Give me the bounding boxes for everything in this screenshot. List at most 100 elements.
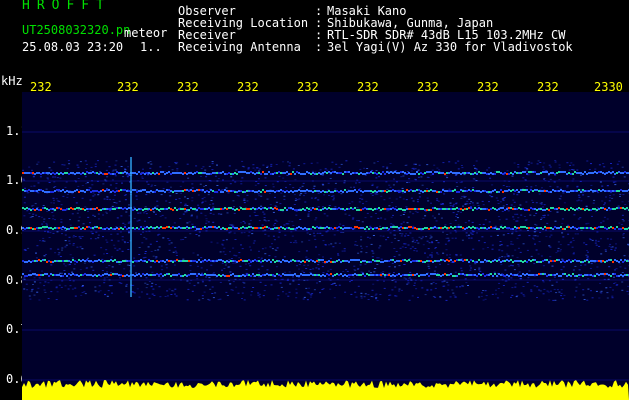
signal-band-pixel: [388, 208, 390, 210]
signal-band-pixel: [118, 172, 120, 174]
noise-speckle-dot: [99, 290, 102, 292]
noise-speckle-dot: [610, 238, 613, 240]
noise-speckle-dot: [43, 285, 46, 287]
signal-band-pixel: [444, 208, 446, 210]
noise-speckle-dot: [221, 269, 223, 271]
noise-speckle-dot: [497, 203, 500, 204]
noise-speckle-dot: [555, 292, 558, 294]
signal-band-pixel: [388, 228, 390, 230]
noise-speckle-dot: [135, 262, 138, 263]
signal-band-pixel: [214, 260, 216, 262]
signal-band-pixel: [504, 190, 506, 192]
signal-band-pixel: [466, 227, 468, 229]
signal-band-pixel: [520, 275, 522, 277]
signal-band-pixel: [600, 190, 602, 192]
noise-speckle-dot: [434, 266, 437, 268]
signal-band-pixel: [422, 274, 424, 276]
noise-speckle-dot: [211, 169, 214, 171]
signal-band-pixel: [604, 273, 606, 275]
noise-speckle-dot: [449, 205, 452, 207]
signal-band-pixel: [434, 226, 436, 228]
noise-speckle-dot: [114, 169, 117, 171]
signal-band-pixel: [48, 191, 50, 193]
noise-speckle-dot: [530, 186, 533, 188]
noise-speckle-dot: [375, 177, 378, 179]
signal-band-pixel: [206, 227, 208, 229]
noise-speckle-dot: [493, 271, 496, 273]
noise-speckle-dot: [447, 284, 450, 286]
noise-speckle-dot: [524, 179, 527, 181]
signal-band-pixel: [256, 227, 258, 229]
signal-band-pixel: [254, 191, 256, 193]
signal-band-pixel: [208, 274, 210, 276]
signal-band-pixel: [254, 275, 256, 277]
signal-band-pixel: [36, 274, 38, 276]
noise-speckle-dot: [329, 257, 332, 259]
signal-band-pixel: [258, 274, 260, 276]
noise-speckle-dot: [28, 212, 31, 214]
noise-speckle-dot: [225, 239, 228, 241]
noise-speckle-dot: [52, 218, 55, 220]
signal-band-pixel: [144, 274, 146, 276]
signal-band-pixel: [394, 171, 396, 173]
signal-band-pixel: [422, 228, 424, 230]
signal-band-pixel: [594, 208, 596, 210]
noise-speckle-dot: [133, 217, 136, 219]
signal-band-pixel: [472, 189, 474, 191]
signal-band-pixel: [346, 260, 348, 262]
signal-band-pixel: [396, 172, 398, 174]
signal-band-pixel: [580, 208, 582, 210]
noise-speckle-dot: [445, 175, 448, 177]
signal-band-pixel: [456, 172, 458, 174]
noise-speckle-dot: [154, 284, 157, 286]
signal-band-pixel: [376, 208, 378, 210]
signal-band-pixel: [156, 208, 158, 210]
signal-band-pixel: [544, 259, 546, 261]
noise-speckle-dot: [480, 292, 483, 294]
noise-speckle-dot: [309, 233, 312, 235]
noise-speckle-dot: [316, 282, 318, 284]
signal-band-pixel: [618, 171, 620, 173]
signal-band-pixel: [242, 260, 244, 262]
signal-band-pixel: [564, 228, 566, 230]
noise-speckle-dot: [329, 279, 332, 281]
noise-speckle-dot: [298, 279, 300, 281]
noise-speckle-dot: [125, 291, 128, 293]
noise-speckle-dot: [454, 219, 457, 221]
noise-speckle-dot: [243, 202, 246, 204]
signal-band-pixel: [374, 190, 376, 192]
noise-speckle-dot: [155, 256, 158, 258]
noise-speckle-dot: [282, 161, 285, 163]
signal-band-pixel: [366, 208, 368, 210]
noise-speckle-dot: [455, 254, 458, 256]
signal-band-pixel: [562, 260, 564, 262]
signal-band-pixel: [206, 190, 208, 192]
signal-band-pixel: [238, 275, 240, 277]
signal-band-pixel: [392, 274, 394, 276]
signal-band-pixel: [478, 171, 480, 173]
noise-speckle-dot: [97, 194, 100, 196]
noise-speckle-dot: [225, 187, 228, 189]
noise-speckle-dot: [597, 192, 600, 194]
noise-speckle-dot: [113, 206, 116, 208]
signal-band-pixel: [464, 172, 466, 174]
signal-band-pixel: [412, 227, 414, 229]
noise-speckle-dot: [122, 176, 125, 178]
noise-speckle-dot: [147, 246, 150, 248]
signal-band-pixel: [302, 274, 304, 276]
signal-band-pixel: [586, 208, 588, 210]
signal-band-pixel: [260, 191, 262, 193]
signal-band-pixel: [540, 172, 542, 174]
noise-speckle-dot: [375, 297, 378, 299]
noise-speckle-dot: [72, 235, 75, 237]
noise-speckle-dot: [626, 290, 629, 292]
noise-speckle-dot: [205, 276, 208, 278]
signal-band-pixel: [154, 227, 156, 229]
noise-speckle-dot: [251, 230, 254, 231]
noise-speckle-dot: [304, 192, 307, 194]
noise-speckle-dot: [57, 248, 60, 250]
signal-band-pixel: [386, 274, 388, 276]
noise-speckle-dot: [50, 169, 53, 171]
noise-speckle-dot: [621, 214, 624, 216]
noise-speckle-dot: [348, 214, 351, 216]
